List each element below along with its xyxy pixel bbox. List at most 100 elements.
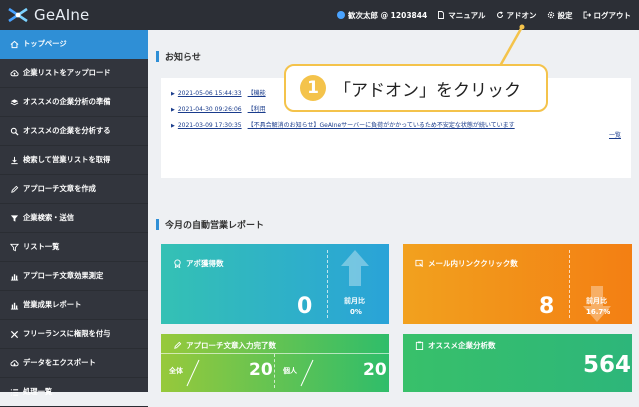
instruction-text: 「アドオン」をクリック [334, 80, 521, 101]
sidebar-item-search-list[interactable]: 検索して営業リストを取得 [0, 146, 148, 175]
news-text: 【機能 [247, 90, 266, 97]
top-actions: 歓次太郎 @ 1203844 マニュアル アドオン 設定 ログアウト [336, 0, 632, 30]
triangle-icon: ▶ [171, 107, 175, 113]
sidebar-item-analyze[interactable]: オススメの企業を分析する [0, 117, 148, 146]
slash-divider [300, 359, 314, 387]
user-menu[interactable]: 歓次太郎 @ 1203844 [336, 10, 428, 21]
title-accent-bar [156, 51, 159, 62]
user-name: 歓次太郎 @ 1203844 [347, 10, 428, 20]
appointments-tile: アポ獲得数 0 前月比 0% [161, 244, 389, 324]
sidebar-item-label: データをエクスポート [23, 358, 96, 367]
tools-icon [9, 329, 19, 339]
sidebar-item-label: 企業リストをアップロード [23, 68, 111, 77]
user-icon [336, 11, 345, 19]
news-more-link[interactable]: 一覧 [609, 130, 621, 139]
recommended-label: オススメ企業分析数 [415, 340, 496, 351]
logo[interactable]: GeAIne [7, 0, 89, 30]
medal-icon [174, 259, 181, 268]
appointments-label: アポ獲得数 [173, 258, 224, 269]
logo-icon [7, 7, 29, 23]
news-title: お知らせ [165, 53, 201, 63]
sidebar-item-label: トップページ [23, 39, 67, 48]
tile-divider [327, 250, 328, 318]
news-text: 【利用 [247, 106, 266, 113]
tile-divider [569, 250, 570, 318]
refresh-icon [496, 11, 503, 18]
tile-gap [161, 324, 632, 334]
search-icon [9, 126, 19, 136]
instruction-callout: 1 「アドオン」をクリック [284, 64, 548, 112]
logout-label: ログアウト [593, 10, 632, 20]
arrow-up-icon [341, 250, 369, 286]
logout-icon [583, 11, 591, 19]
link-clicks-value: 8 [539, 294, 555, 319]
link-clicks-tile: メール内リンククリック数 8 前月比 16.7% [403, 244, 632, 324]
all-label: 全体 [169, 367, 183, 375]
report-section-title: 今月の自動営業レポート [156, 218, 264, 231]
download-icon [9, 155, 19, 165]
document-icon [438, 11, 445, 19]
news-date: 2021-05-06 15:44:33 [177, 90, 242, 97]
appointments-compare-label: 前月比 [344, 297, 365, 305]
top-bar: GeAIne 歓次太郎 @ 1203844 マニュアル アドオン 設定 ログアウ… [0, 0, 639, 30]
list-icon [9, 387, 19, 397]
addon-label: アドオン [506, 10, 537, 20]
tile-divider [274, 354, 275, 388]
news-item[interactable]: ▶ 2021-05-06 15:44:33 【機能 [171, 88, 266, 97]
home-icon [9, 39, 19, 49]
recommended-value: 564 [583, 352, 632, 378]
manual-link[interactable]: マニュアル [437, 10, 486, 21]
sidebar-item-export[interactable]: データをエクスポート [0, 349, 148, 378]
sidebar-item-sales-report[interactable]: 営業成果レポート [0, 291, 148, 320]
sidebar-item-top-page[interactable]: トップページ [0, 30, 148, 59]
link-clicks-compare-value: 16.7% [586, 308, 611, 316]
sidebar-item-freelance[interactable]: フリーランスに権限を付与 [0, 320, 148, 349]
approach-inputs-label-text: アプローチ文章入力完了数 [186, 341, 276, 350]
appointments-compare-value: 0% [350, 308, 362, 316]
step-number-badge: 1 [300, 75, 326, 101]
settings-label: 設定 [557, 10, 573, 20]
link-clicks-compare-label: 前月比 [586, 297, 607, 305]
report-title: 今月の自動営業レポート [165, 221, 265, 231]
news-text: 【不具合解消のお知らせ】GeAIneサーバーに負荷がかかっているため不安定な状態… [247, 122, 515, 129]
manual-label: マニュアル [448, 10, 486, 20]
all-value: 20 [249, 360, 273, 380]
sidebar-item-analysis-prep[interactable]: オススメの企業分析の準備 [0, 88, 148, 117]
sidebar: トップページ 企業リストをアップロード オススメの企業分析の準備 オススメの企業… [0, 30, 148, 407]
link-clicks-label-text: メール内リンククリック数 [428, 259, 518, 268]
sidebar-item-effect-measure[interactable]: アプローチ文章効果測定 [0, 262, 148, 291]
sidebar-item-upload-list[interactable]: 企業リストをアップロード [0, 59, 148, 88]
sidebar-item-label: アプローチ文章を作成 [23, 184, 96, 193]
bar-chart-icon [9, 271, 19, 281]
sidebar-item-approach-text[interactable]: アプローチ文章を作成 [0, 175, 148, 204]
news-item[interactable]: ▶ 2021-03-09 17:30:35 【不具合解消のお知らせ】GeAIneサー… [171, 120, 515, 129]
recommended-analysis-tile: オススメ企業分析数 564 [403, 334, 632, 392]
approach-inputs-tile: アプローチ文章入力完了数 全体 20 個人 20 [161, 334, 389, 392]
news-date: 2021-04-30 09:26:06 [177, 106, 242, 113]
clipboard-icon [415, 341, 424, 350]
sidebar-item-label: 企業検索・送信 [23, 213, 75, 222]
filter-icon [9, 213, 19, 223]
news-date: 2021-03-09 17:30:35 [177, 122, 242, 129]
gear-icon [547, 11, 554, 19]
link-clicks-label: メール内リンククリック数 [415, 258, 518, 269]
sidebar-item-process-list[interactable]: 処理一覧 [0, 378, 148, 407]
logout-link[interactable]: ログアウト [583, 10, 632, 21]
cloud-upload-icon [9, 68, 19, 78]
sidebar-item-company-search[interactable]: 企業検索・送信 [0, 204, 148, 233]
approach-inputs-label: アプローチ文章入力完了数 [173, 340, 276, 351]
sidebar-item-label: 処理一覧 [23, 387, 53, 396]
triangle-icon: ▶ [171, 123, 175, 129]
settings-link[interactable]: 設定 [547, 10, 573, 21]
individual-value: 20 [363, 360, 387, 380]
news-section-title: お知らせ [156, 50, 201, 63]
addon-link[interactable]: アドオン [496, 10, 537, 21]
slash-divider [186, 359, 200, 387]
sidebar-item-label: アプローチ文章効果測定 [23, 271, 104, 280]
appointments-value: 0 [297, 294, 313, 319]
news-item[interactable]: ▶ 2021-04-30 09:26:06 【利用 [171, 104, 266, 113]
sidebar-item-label: オススメの企業分析の準備 [23, 97, 111, 106]
logo-text: GeAIne [34, 6, 90, 24]
sidebar-item-list[interactable]: リスト一覧 [0, 233, 148, 262]
triangle-icon: ▶ [171, 91, 175, 97]
